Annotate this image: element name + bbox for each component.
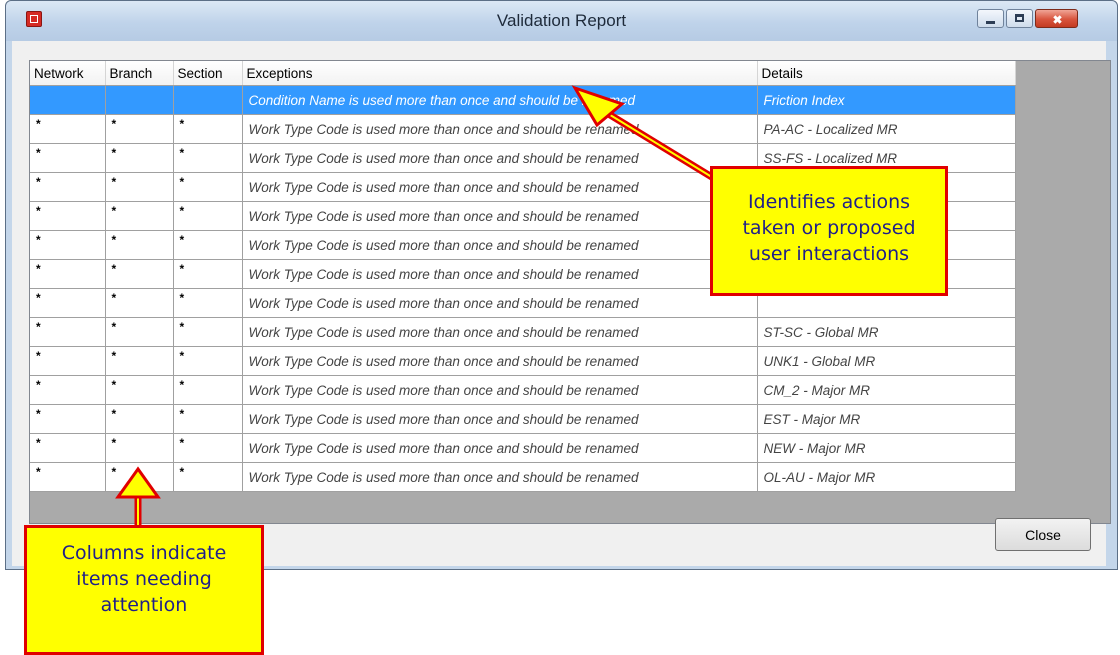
arrowhead-up <box>115 466 161 499</box>
callout-columns-text: Columns indicate items needing attention <box>61 542 227 616</box>
callout-actions: Identifies actions taken or proposed use… <box>710 166 948 296</box>
callout-columns: Columns indicate items needing attention <box>24 525 264 655</box>
arrow-to-branch-column <box>115 466 161 528</box>
callout-actions-text: Identifies actions taken or proposed use… <box>742 191 916 265</box>
arrow-to-exceptions <box>571 85 722 185</box>
